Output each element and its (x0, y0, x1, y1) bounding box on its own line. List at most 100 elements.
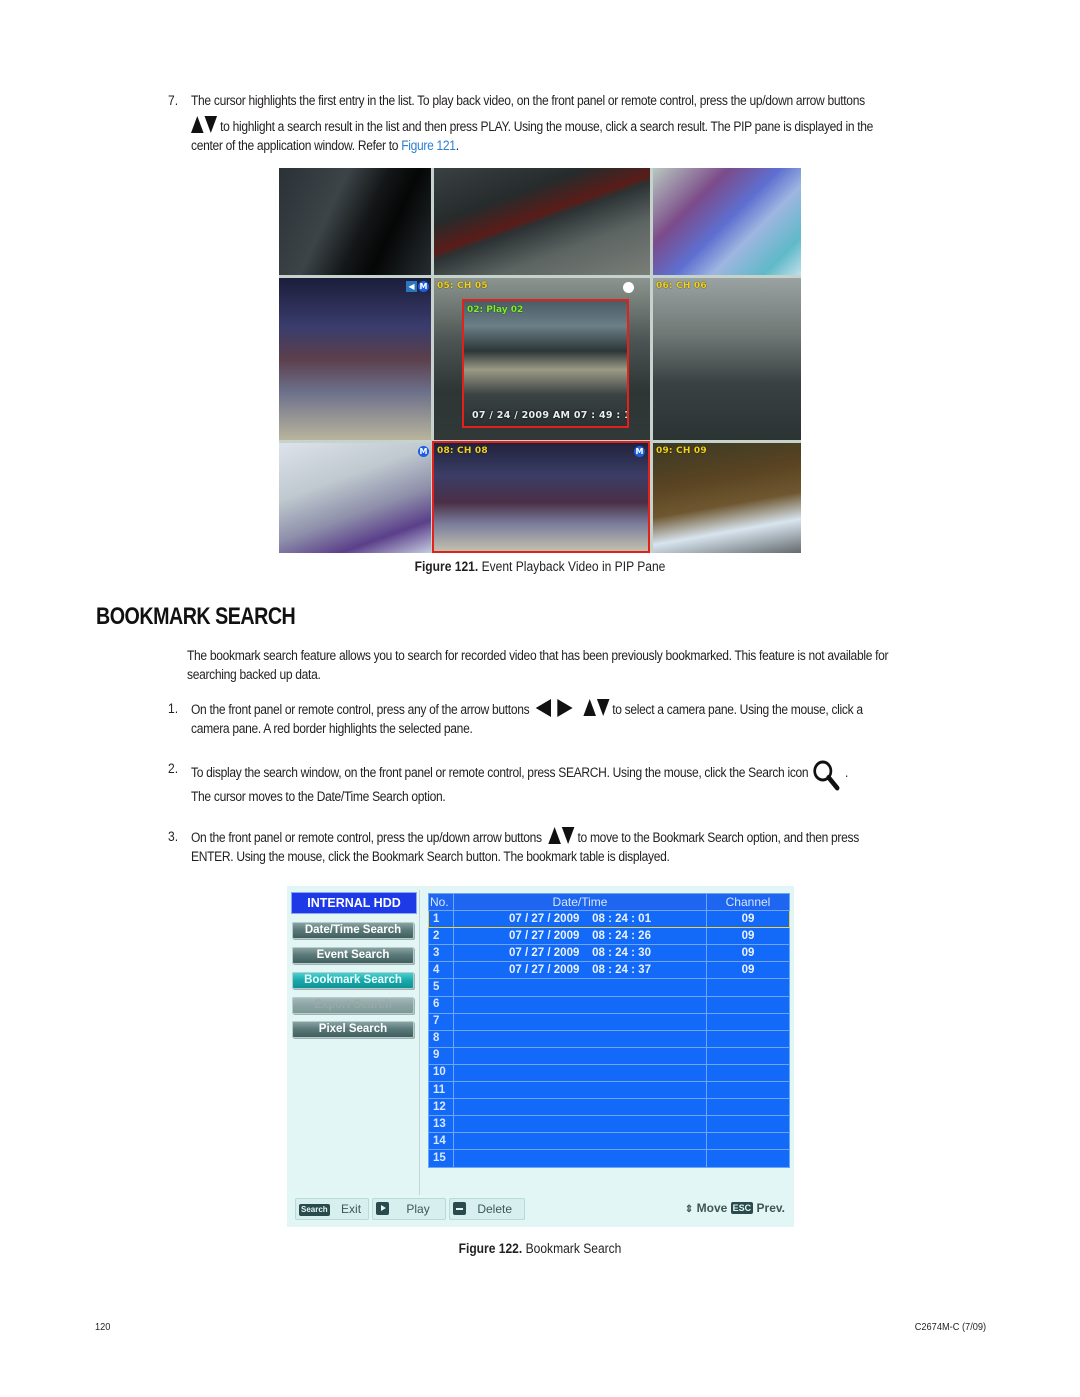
datetime-cell (453, 1012, 707, 1031)
camera-label: 05: CH 05 (437, 281, 488, 291)
row-number-cell: 1 (428, 910, 454, 929)
search-key-icon: Search (299, 1204, 330, 1216)
step-1-text-cont: to select a camera pane. Using the mouse… (612, 702, 863, 717)
camera-pane-9[interactable]: 09: CH 09 (653, 443, 801, 553)
step-7-period: . (455, 138, 459, 153)
up-arrow-icon (548, 827, 561, 844)
pip-pane[interactable]: 02: Play 02 07 / 24 / 2009 AM 07 : 49 : … (462, 299, 629, 428)
row-number-cell: 9 (428, 1046, 454, 1065)
table-row[interactable]: 15 (428, 1149, 790, 1168)
play-button[interactable]: Play (372, 1198, 446, 1220)
camera-pane-4[interactable]: ◀ M (279, 278, 431, 440)
step-1-line-2: camera pane. A red border highlights the… (191, 721, 473, 736)
row-number-cell: 8 (428, 1029, 454, 1048)
move-hint-label: Move (696, 1201, 728, 1215)
datetime-cell (453, 1029, 707, 1048)
row-number-cell: 14 (428, 1132, 454, 1151)
bookmark-table: No. Date/Time Channel 1 07 / 27 / 2009 08… (428, 892, 790, 1168)
table-row[interactable]: 12 (428, 1098, 790, 1117)
camera-pane-7[interactable]: M (279, 443, 431, 553)
camera-pane-2[interactable] (434, 168, 650, 275)
channel-cell (706, 1029, 790, 1048)
table-row[interactable]: 14 (428, 1132, 790, 1151)
motion-badge-icon: M (418, 446, 429, 457)
row-number-cell: 6 (428, 995, 454, 1014)
channel-cell (706, 1063, 790, 1083)
motion-badge-icon: M (634, 446, 645, 457)
row-number-cell: 12 (428, 1098, 454, 1117)
channel-cell: 09 (706, 944, 790, 963)
column-header-no: No. (428, 892, 454, 912)
prev-hint-label: Prev. (756, 1201, 785, 1215)
datetime-cell (453, 1115, 707, 1134)
date-time-search-button[interactable]: Date/Time Search (292, 922, 414, 939)
exit-label: Exit (341, 1202, 362, 1216)
table-row[interactable]: 13 (428, 1115, 790, 1134)
step-7-line-3-text: center of the application window. Refer … (191, 138, 402, 153)
channel-cell (706, 995, 790, 1014)
channel-cell (706, 1132, 790, 1151)
table-row[interactable]: 7 (428, 1012, 790, 1031)
section-intro-line-1: The bookmark search feature allows you t… (187, 648, 889, 663)
step-7-line-2: to highlight a search result in the list… (191, 116, 873, 137)
table-row[interactable]: 10 (428, 1063, 790, 1083)
camera-label: 06: CH 06 (656, 281, 707, 291)
datetime-cell (453, 1046, 707, 1065)
row-number-cell: 5 (428, 978, 454, 997)
row-number-cell: 3 (428, 944, 454, 963)
right-arrow-icon (557, 699, 573, 717)
down-arrow-icon (596, 699, 610, 716)
table-row[interactable]: 8 (428, 1029, 790, 1048)
record-dot-icon (623, 282, 634, 293)
table-row[interactable]: 11 (428, 1081, 790, 1100)
step-2-number: 2. (168, 761, 179, 776)
camera-pane-6[interactable]: 06: CH 06 (653, 278, 801, 440)
exit-button[interactable]: Search Exit (295, 1198, 369, 1220)
datetime-cell: 07 / 27 / 2009 08 : 24 : 30 (453, 944, 707, 963)
step-3-line-1: On the front panel or remote control, pr… (191, 827, 859, 848)
table-row[interactable]: 3 07 / 27 / 2009 08 : 24 : 30 09 (428, 944, 790, 963)
event-search-button[interactable]: Event Search (292, 947, 414, 964)
camera-pane-8-selected[interactable]: 08: CH 08 M (432, 441, 650, 553)
channel-cell (706, 1012, 790, 1031)
up-arrow-icon (583, 699, 596, 716)
step-3-text-cont: to move to the Bookmark Search option, a… (577, 830, 860, 845)
pixel-search-button[interactable]: Pixel Search (292, 1021, 414, 1038)
camera-pane-1[interactable] (279, 168, 431, 275)
figure-121-number: Figure 121. (414, 559, 479, 574)
page-number: 120 (95, 1321, 111, 1333)
bookmark-search-button[interactable]: Bookmark Search (292, 972, 414, 989)
camera-pane-3[interactable] (653, 168, 801, 275)
step-1-line-1: On the front panel or remote control, pr… (191, 699, 863, 720)
table-row[interactable]: 1 07 / 27 / 2009 08 : 24 : 01 09 (428, 910, 790, 929)
camera-label: 08: CH 08 (437, 446, 488, 456)
section-intro-line-2: searching backed up data. (187, 667, 321, 682)
row-number-cell: 10 (428, 1063, 454, 1083)
datetime-cell (453, 1081, 707, 1100)
channel-cell (706, 978, 790, 997)
column-header-datetime: Date/Time (453, 892, 707, 912)
row-number-cell: 4 (428, 961, 454, 980)
channel-cell (706, 1149, 790, 1168)
datetime-cell (453, 1149, 707, 1168)
delete-button[interactable]: Delete (449, 1198, 525, 1220)
export-search-button: Export Search (292, 997, 414, 1014)
table-row[interactable]: 2 07 / 27 / 2009 08 : 24 : 26 09 (428, 927, 790, 946)
table-row[interactable]: 4 07 / 27 / 2009 08 : 24 : 37 09 (428, 961, 790, 980)
play-icon (376, 1202, 389, 1215)
step-7-line-1: The cursor highlights the first entry in… (191, 93, 865, 108)
row-number-cell: 2 (428, 927, 454, 946)
column-header-channel: Channel (706, 892, 790, 912)
datetime-cell (453, 1098, 707, 1117)
step-1-number: 1. (168, 701, 179, 716)
figure-122-title: Bookmark Search (525, 1241, 622, 1256)
panel-divider (419, 890, 420, 1195)
figure-121-title: Event Playback Video in PIP Pane (481, 559, 666, 574)
table-row[interactable]: 5 (428, 978, 790, 997)
table-row[interactable]: 6 (428, 995, 790, 1014)
step-3-line-2: ENTER. Using the mouse, click the Bookma… (191, 849, 670, 864)
bookmark-search-window: INTERNAL HDD Date/Time Search Event Sear… (287, 886, 794, 1227)
channel-cell: 09 (706, 910, 790, 929)
table-row[interactable]: 9 (428, 1046, 790, 1065)
figure-121-link[interactable]: Figure 121 (401, 138, 456, 153)
